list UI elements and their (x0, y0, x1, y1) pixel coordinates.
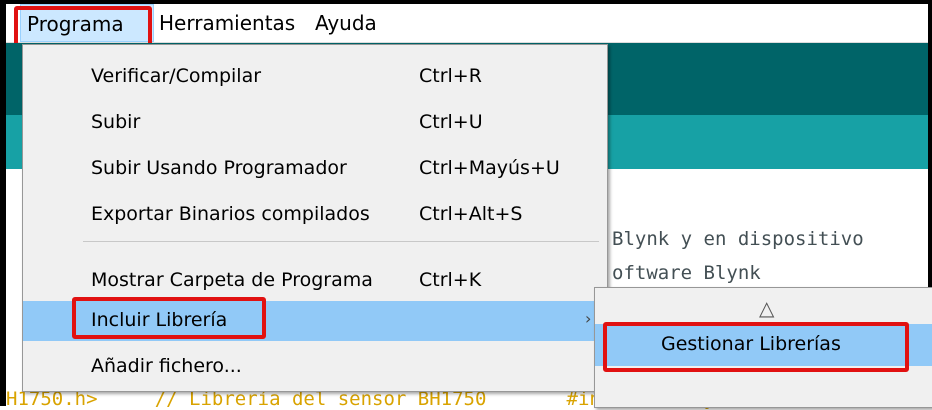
scroll-up-icon[interactable]: △ (759, 296, 774, 320)
code-line: oftware Blynk (612, 262, 761, 284)
menu-item-shortcut: Ctrl+U (419, 111, 483, 133)
annotation-highlight-programa (14, 6, 152, 48)
menu-item-mostrar-carpeta[interactable]: Mostrar Carpeta de Programa Ctrl+K (23, 261, 607, 301)
menu-herramientas[interactable]: Herramientas (153, 4, 301, 42)
menu-item-shortcut: Ctrl+R (419, 65, 482, 87)
menu-item-label: Subir Usando Programador (91, 157, 347, 179)
menu-item-subir[interactable]: Subir Ctrl+U (23, 103, 607, 143)
programa-dropdown-menu: Verificar/Compilar Ctrl+R Subir Ctrl+U S… (22, 44, 608, 392)
menu-item-shortcut: Ctrl+Mayús+U (419, 157, 560, 179)
chevron-right-icon: › (585, 309, 592, 328)
menu-item-label: Exportar Binarios compilados (91, 203, 370, 225)
menu-item-label: Subir (91, 111, 141, 133)
menu-item-label: Verificar/Compilar (91, 65, 262, 87)
annotation-highlight-gestionar-librerias (603, 322, 909, 372)
menu-item-exportar-binarios[interactable]: Exportar Binarios compilados Ctrl+Alt+S (23, 195, 607, 235)
menu-separator (83, 241, 599, 242)
menu-item-verificar-compilar[interactable]: Verificar/Compilar Ctrl+R (23, 57, 607, 97)
code-line: Blynk y en dispositivo (612, 228, 864, 250)
annotation-highlight-incluir-libreria (72, 297, 266, 339)
menu-item-label: Añadir fichero... (91, 355, 242, 377)
menu-item-anadir-fichero[interactable]: Añadir fichero... (23, 347, 607, 387)
menu-item-subir-usando-programador[interactable]: Subir Usando Programador Ctrl+Mayús+U (23, 149, 607, 189)
menu-ayuda[interactable]: Ayuda (309, 4, 383, 42)
menu-item-shortcut: Ctrl+Alt+S (419, 203, 523, 225)
menu-item-label: Mostrar Carpeta de Programa (91, 269, 373, 291)
menu-item-shortcut: Ctrl+K (419, 269, 482, 291)
